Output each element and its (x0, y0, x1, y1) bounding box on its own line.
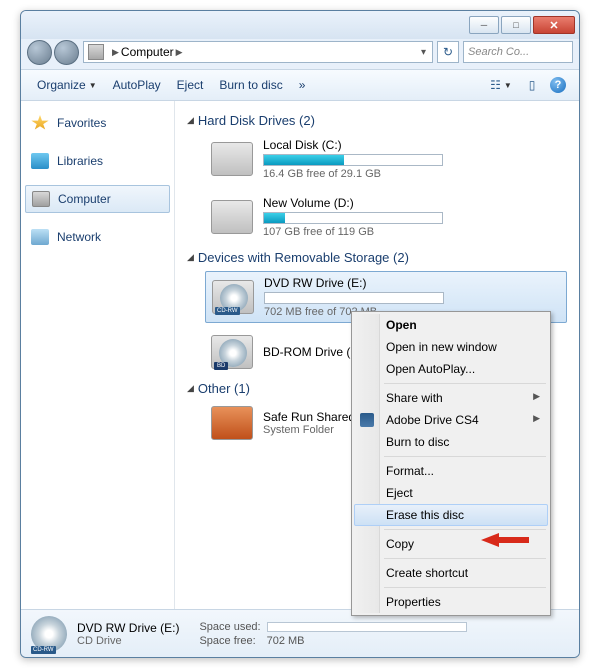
menu-create-shortcut[interactable]: Create shortcut (354, 562, 548, 584)
details-pane: DVD RW Drive (E:) CD Drive Space used: S… (21, 609, 579, 657)
menu-open-new-window[interactable]: Open in new window (354, 336, 548, 358)
callout-arrow-icon (481, 533, 529, 547)
navigation-pane: Favorites Libraries Computer Network (21, 101, 175, 611)
menu-adobe-drive[interactable]: Adobe Drive CS4▶ (354, 409, 548, 431)
drive-free-space: 107 GB free of 119 GB (263, 226, 561, 238)
space-used-bar (267, 622, 467, 632)
menu-eject[interactable]: Eject (354, 482, 548, 504)
collapse-icon: ◢ (187, 115, 194, 126)
status-drive-type: CD Drive (77, 635, 179, 647)
status-free-value: 702 MB (267, 635, 467, 647)
sidebar-item-network[interactable]: Network (21, 223, 174, 251)
drive-new-volume-d[interactable]: New Volume (D:) 107 GB free of 119 GB (205, 192, 567, 242)
autoplay-button[interactable]: AutoPlay (105, 74, 169, 96)
maximize-button[interactable]: □ (501, 16, 531, 34)
explorer-window: ─ □ ✕ ▶ Computer ▶ ▾ ↻ Search Co... Orga… (20, 10, 580, 658)
menu-burn-to-disc[interactable]: Burn to disc (354, 431, 548, 453)
menu-share-with[interactable]: Share with▶ (354, 387, 548, 409)
status-drive-name: DVD RW Drive (E:) (77, 621, 179, 635)
preview-pane-button[interactable]: ▯ (519, 74, 545, 96)
section-header-removable[interactable]: ◢Devices with Removable Storage (2) (187, 250, 567, 265)
breadcrumb-segment[interactable]: Computer (121, 45, 174, 59)
computer-icon (88, 44, 104, 60)
drive-label: New Volume (D:) (263, 196, 561, 210)
chevron-right-icon[interactable]: ▶ (112, 47, 119, 58)
capacity-bar (263, 212, 443, 224)
libraries-icon (31, 153, 49, 169)
submenu-arrow-icon: ▶ (533, 391, 540, 405)
help-icon: ? (550, 77, 566, 93)
cdrw-disc-icon (212, 280, 254, 314)
adobe-icon (360, 413, 374, 427)
menu-erase-this-disc[interactable]: Erase this disc (354, 504, 548, 526)
forward-button[interactable] (54, 40, 79, 65)
view-mode-button[interactable]: ☷▼ (483, 74, 519, 96)
help-button[interactable]: ? (545, 74, 571, 96)
toolbar-overflow[interactable]: » (291, 74, 314, 96)
eject-button[interactable]: Eject (169, 74, 212, 96)
submenu-arrow-icon: ▶ (533, 413, 540, 427)
chevron-down-icon[interactable]: ▾ (421, 47, 426, 58)
search-input[interactable]: Search Co... (463, 41, 573, 63)
hdd-icon (211, 142, 253, 176)
sidebar-item-computer[interactable]: Computer (25, 185, 170, 213)
sidebar-item-libraries[interactable]: Libraries (21, 147, 174, 175)
network-icon (31, 229, 49, 245)
bd-disc-icon (211, 335, 253, 369)
collapse-icon: ◢ (187, 252, 194, 263)
capacity-bar (264, 292, 444, 304)
drive-free-space: 16.4 GB free of 29.1 GB (263, 168, 561, 180)
back-button[interactable] (27, 40, 52, 65)
hdd-icon (211, 200, 253, 234)
status-used-label: Space used: (199, 621, 260, 633)
burn-button[interactable]: Burn to disc (211, 74, 290, 96)
toolbar: Organize▼ AutoPlay Eject Burn to disc » … (21, 69, 579, 101)
shared-folder-icon (211, 406, 253, 440)
address-bar: ▶ Computer ▶ ▾ ↻ Search Co... (21, 39, 579, 69)
drive-label: DVD RW Drive (E:) (264, 276, 560, 290)
organize-menu[interactable]: Organize▼ (29, 74, 105, 96)
computer-icon (32, 191, 50, 207)
capacity-bar (263, 154, 443, 166)
close-button[interactable]: ✕ (533, 16, 575, 34)
sidebar-item-favorites[interactable]: Favorites (21, 109, 174, 137)
titlebar[interactable]: ─ □ ✕ (21, 11, 579, 39)
menu-open[interactable]: Open (354, 314, 548, 336)
section-header-hdd[interactable]: ◢Hard Disk Drives (2) (187, 113, 567, 128)
menu-properties[interactable]: Properties (354, 591, 548, 613)
refresh-button[interactable]: ↻ (437, 41, 459, 63)
menu-open-autoplay[interactable]: Open AutoPlay... (354, 358, 548, 380)
cdrw-disc-icon (31, 616, 67, 652)
star-icon (31, 115, 49, 131)
context-menu: Open Open in new window Open AutoPlay...… (351, 311, 551, 616)
breadcrumb[interactable]: ▶ Computer ▶ ▾ (83, 41, 433, 63)
collapse-icon: ◢ (187, 383, 194, 394)
drive-label: Local Disk (C:) (263, 138, 561, 152)
chevron-right-icon[interactable]: ▶ (176, 47, 183, 58)
minimize-button[interactable]: ─ (469, 16, 499, 34)
menu-format[interactable]: Format... (354, 460, 548, 482)
drive-local-c[interactable]: Local Disk (C:) 16.4 GB free of 29.1 GB (205, 134, 567, 184)
status-free-label: Space free: (199, 635, 260, 647)
